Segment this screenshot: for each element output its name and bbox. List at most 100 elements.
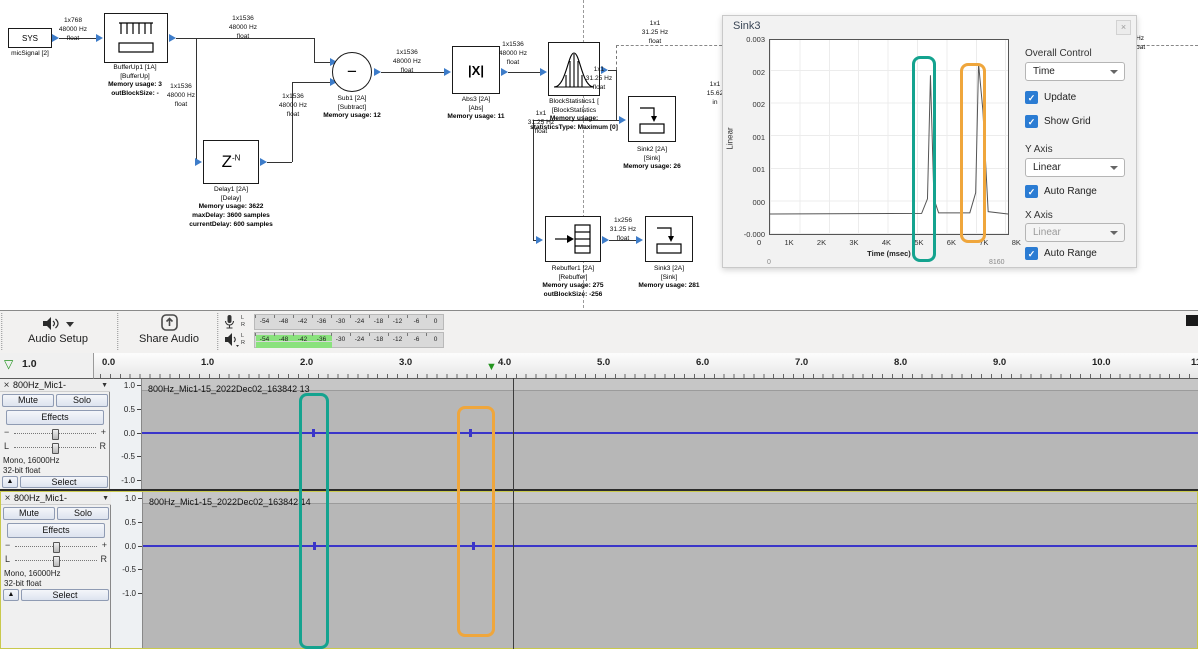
screenshot-root: SYS micSignal [2] BufferUp1 [1A][BufferU…: [0, 0, 1198, 649]
x-axis-label: X Axis: [1025, 210, 1053, 221]
plot-control-panel: Overall Control Time ✓Update ✓Show Grid …: [1019, 16, 1135, 269]
gain-slider[interactable]: [14, 433, 96, 434]
ruler-numbers: 0.01.02.03.04.05.06.07.08.09.010.011.0: [100, 357, 1198, 368]
y-scale-select[interactable]: Linear: [1025, 158, 1125, 177]
block-caption-delay1: Delay1 [2A][Delay]Memory usage: 3622maxD…: [164, 186, 298, 230]
track-title[interactable]: 800Hz_Mic1-: [13, 380, 66, 390]
scrollbar-thumb[interactable]: [1186, 315, 1198, 326]
overall-control-label: Overall Control: [1025, 48, 1092, 59]
y-axis-ticks: 0.003002002001001000-0.000: [727, 35, 765, 239]
track-menu-caret-icon[interactable]: ▼: [101, 382, 108, 389]
update-checkbox[interactable]: ✓Update: [1025, 91, 1076, 104]
audio-setup-label: Audio Setup: [4, 333, 112, 345]
close-icon[interactable]: ×: [0, 380, 13, 391]
block-delay1[interactable]: Z-N: [203, 140, 259, 184]
sink3-plot-polyline: [770, 64, 1008, 214]
x-auto-range-checkbox[interactable]: ✓Auto Range: [1025, 247, 1097, 260]
toolbar-grip[interactable]: [217, 313, 219, 350]
gain-slider-thumb[interactable]: [52, 429, 59, 440]
vertical-scale[interactable]: 1.00.50.0-0.5-1.0: [110, 379, 142, 489]
select-button[interactable]: Select: [20, 476, 108, 488]
show-grid-checkbox[interactable]: ✓Show Grid: [1025, 115, 1091, 128]
wire-label: 1x1536 48000 Hz float: [270, 93, 316, 120]
timeline-pin-area[interactable]: ▽ 1.0: [0, 353, 94, 379]
effects-button[interactable]: Effects: [7, 523, 105, 538]
block-sink3[interactable]: [645, 216, 693, 262]
block-sys[interactable]: SYS: [8, 28, 52, 48]
audacity-panel: Audio Setup Share Audio LR -54-48-42-36-…: [0, 310, 1198, 649]
share-audio-label: Share Audio: [124, 333, 214, 345]
gain-slider-thumb[interactable]: [53, 542, 60, 553]
playhead-icon[interactable]: ▼: [486, 360, 497, 374]
playback-meter[interactable]: LR -54-48-42-36-30-24-18-12-60: [224, 332, 240, 349]
block-rebuffer1[interactable]: [545, 216, 601, 262]
gain-slider[interactable]: [15, 546, 97, 547]
waveform-area[interactable]: 800Hz_Mic1-15_2022Dec02_163842 13: [142, 379, 1198, 489]
block-sink2[interactable]: [628, 96, 676, 142]
ruler-ticks: [100, 374, 1198, 378]
check-icon: ✓: [1025, 185, 1038, 198]
block-bufferup1[interactable]: [104, 13, 168, 63]
share-audio-icon: [161, 314, 178, 331]
solo-button[interactable]: Solo: [56, 394, 108, 407]
wire: [533, 120, 534, 240]
wire: [314, 38, 315, 62]
pan-left-label: L: [5, 554, 10, 564]
x-axis-title: Time (msec): [769, 249, 1009, 258]
check-icon: ✓: [1025, 247, 1038, 260]
audio-setup-button[interactable]: Audio Setup: [4, 313, 112, 350]
clip-header[interactable]: 800Hz_Mic1-15_2022Dec02_163842 14: [143, 492, 1197, 504]
wire-label: 1x256 31.25 Hz float: [600, 217, 646, 244]
sink3-plot-canvas: [770, 40, 1008, 234]
wire-label-clipped: Hz oat: [1136, 35, 1182, 53]
effects-button[interactable]: Effects: [6, 410, 104, 425]
block-caption-sink3: Sink3 [2A][Sink]Memory usage: 281: [618, 265, 720, 291]
select-button[interactable]: Select: [21, 589, 109, 601]
track-title-bar: × 800Hz_Mic1- ▼: [0, 379, 110, 392]
port-icon: [195, 158, 202, 166]
vertical-scale[interactable]: 1.00.50.0-0.5-1.0: [111, 492, 143, 648]
timeline-ruler[interactable]: 0.01.02.03.04.05.06.07.08.09.010.011.0 ▼: [94, 353, 1198, 379]
chevron-down-icon: [1110, 166, 1118, 170]
domain-select[interactable]: Time: [1025, 62, 1125, 81]
solo-button[interactable]: Solo: [57, 507, 109, 520]
port-icon: [374, 68, 381, 76]
clip-header[interactable]: 800Hz_Mic1-15_2022Dec02_163842 13: [142, 379, 1198, 391]
pan-right-label: R: [101, 554, 108, 564]
track-format-info: Mono, 16000Hz 32-bit float: [3, 456, 59, 476]
x-scale-select[interactable]: Linear: [1025, 223, 1125, 242]
port-icon: [169, 34, 176, 42]
track-2: × 800Hz_Mic1- ▼ Mute Solo Effects − + L …: [0, 491, 1198, 649]
toolbar-grip[interactable]: [1, 313, 3, 350]
collapse-button[interactable]: ▲: [3, 589, 19, 601]
track-title[interactable]: 800Hz_Mic1-: [14, 493, 67, 503]
block-caption-abs3: Abs3 [2A][Abs]Memory usage: 11: [418, 96, 534, 122]
pan-slider-thumb[interactable]: [53, 556, 60, 567]
y-auto-range-checkbox[interactable]: ✓Auto Range: [1025, 185, 1097, 198]
check-icon: ✓: [1025, 91, 1038, 104]
waveform-area[interactable]: 800Hz_Mic1-15_2022Dec02_163842 14: [143, 492, 1197, 648]
wire: [314, 62, 330, 63]
pan-slider[interactable]: [15, 560, 97, 561]
pinned-playhead-icon[interactable]: ▽: [4, 357, 13, 371]
close-icon[interactable]: ×: [1, 493, 14, 504]
track-menu-caret-icon[interactable]: ▼: [102, 495, 109, 502]
mute-button[interactable]: Mute: [2, 394, 54, 407]
sink-icon: [651, 221, 687, 257]
pan-slider[interactable]: [14, 447, 96, 448]
block-sub1[interactable]: −: [332, 52, 372, 92]
recording-meter-scale[interactable]: -54-48-42-36-30-24-18-12-60: [254, 314, 444, 330]
toolbar-grip[interactable]: [117, 313, 119, 350]
recording-meter[interactable]: LR -54-48-42-36-30-24-18-12-60: [224, 314, 235, 331]
pan-slider-thumb[interactable]: [52, 443, 59, 454]
sink3-window: Sink3 × Linear 0.003002002001001000-0.00…: [722, 15, 1137, 268]
meter-channel-labels: LR: [241, 315, 245, 330]
collapse-button[interactable]: ▲: [2, 476, 18, 488]
x-axis-ticks: 01K2K3K4K5K6K7K8K: [757, 238, 1021, 247]
window-title: Sink3: [733, 20, 761, 32]
playback-meter-scale[interactable]: -54-48-42-36-30-24-18-12-60: [254, 332, 444, 348]
mute-button[interactable]: Mute: [3, 507, 55, 520]
port-icon: [540, 68, 547, 76]
share-audio-button[interactable]: Share Audio: [124, 313, 214, 350]
waveform-blip: [469, 429, 472, 437]
